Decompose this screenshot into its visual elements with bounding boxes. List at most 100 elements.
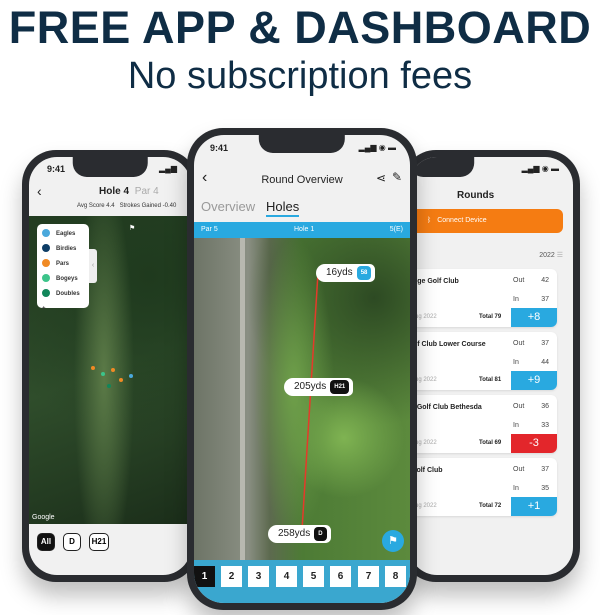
filter-d[interactable]: D xyxy=(63,533,81,551)
legend-collapse-handle[interactable]: ‹ xyxy=(89,249,97,283)
round-total: Total 79 xyxy=(479,314,502,320)
yardage-marker: 258yds D xyxy=(268,525,331,543)
signal-icon: ▂▄▆ ◉ ▬ xyxy=(358,143,396,152)
round-total: Total 81 xyxy=(479,377,502,383)
year-label: 2022 xyxy=(539,252,555,259)
out-score: 37 xyxy=(541,340,549,347)
filter-icon: ☰ xyxy=(556,252,563,259)
tab-holes[interactable]: Holes xyxy=(266,199,300,217)
flag-button[interactable]: ⚑ xyxy=(382,530,404,552)
hole-score: 5(E) xyxy=(389,226,403,233)
hole-button-3[interactable]: 3 xyxy=(248,566,269,587)
round-card[interactable]: Golf Club Out 37 In 35 Aug 2022 Total 72 +… xyxy=(409,458,557,516)
edit-icon[interactable]: ✎ xyxy=(392,170,402,184)
legend-label: Bogeys xyxy=(56,276,78,282)
in-score: 35 xyxy=(541,485,549,492)
score-to-par: +9 xyxy=(511,371,557,390)
filter-h21[interactable]: H21 xyxy=(89,533,109,551)
score-to-par: -3 xyxy=(511,434,557,453)
yardage-marker: 205yds H21 xyxy=(284,378,354,396)
course-name: s Golf Club Bethesda xyxy=(411,404,482,411)
out-score: 37 xyxy=(541,466,549,473)
rounds-title: Rounds xyxy=(457,190,495,201)
round-overview-screen: 9:41 ▂▄▆ ◉ ▬ ‹ Round Overview ⋖ ✎ Overvi… xyxy=(194,135,410,603)
hole-title: Hole 4 xyxy=(99,186,130,197)
tab-overview[interactable]: Overview xyxy=(201,199,255,214)
legend-label: Birdies xyxy=(56,246,77,252)
club-badge: H21 xyxy=(330,380,350,394)
course-name: idge Golf Club xyxy=(411,278,459,285)
in-label: In xyxy=(513,422,519,429)
hole-button-7[interactable]: 7 xyxy=(358,566,379,587)
out-score: 36 xyxy=(541,403,549,410)
club-badge: 58 xyxy=(356,266,372,280)
center-phone: 9:41 ▂▄▆ ◉ ▬ ‹ Round Overview ⋖ ✎ Overvi… xyxy=(187,128,417,610)
hole-map[interactable]: 16yds 58 205yds H21 258yds D ⚑ xyxy=(194,238,410,560)
map-credit: Google xyxy=(32,514,55,521)
right-phone: ▂▄▆ ◉ ▬ Rounds ᛒ Connect Device 2022 ☰ id… xyxy=(402,150,580,582)
rounds-screen: ▂▄▆ ◉ ▬ Rounds ᛒ Connect Device 2022 ☰ id… xyxy=(409,157,573,575)
hole-button-6[interactable]: 6 xyxy=(330,566,351,587)
out-label: Out xyxy=(513,277,525,284)
bluetooth-icon: ᛒ xyxy=(427,217,432,224)
hole-info-bar: Par 5 Hole 1 5(E) xyxy=(194,222,410,238)
hole-par: Par 5 xyxy=(201,226,218,233)
score-to-par: +1 xyxy=(511,497,557,516)
hole-stats-screen: 9:41 ▂▄▆ ‹ Hole 4 Par 4 Avg Score 4.4 St… xyxy=(29,157,191,575)
strokes-gained: Strokes Gained -0.40 xyxy=(119,203,177,209)
hole-button-4[interactable]: 4 xyxy=(276,566,297,587)
shot-path xyxy=(301,272,319,531)
round-card[interactable]: olf Club Lower Course Out 37 In 44 Aug 202… xyxy=(409,332,557,390)
round-total: Total 69 xyxy=(479,440,502,446)
round-total: Total 72 xyxy=(479,503,502,509)
hole-selector: 1 2 3 4 5 6 7 8 xyxy=(194,560,410,603)
headline: FREE APP & DASHBOARD xyxy=(8,2,592,53)
round-card[interactable]: idge Golf Club Out 42 In 37 Aug 2022 Total… xyxy=(409,269,557,327)
hole-button-5[interactable]: 5 xyxy=(303,566,324,587)
back-icon[interactable]: ‹ xyxy=(37,183,42,199)
in-score: 33 xyxy=(541,422,549,429)
distance-label: 205yds xyxy=(294,381,327,392)
course-name: olf Club Lower Course xyxy=(411,341,486,348)
legend-label: Pars xyxy=(56,261,70,267)
battery-icon: ▂▄▆ ◉ ▬ xyxy=(521,164,559,173)
status-time: 9:41 xyxy=(210,143,229,153)
hole-button-2[interactable]: 2 xyxy=(221,566,242,587)
legend-birdies-swatch xyxy=(42,244,50,253)
in-score: 44 xyxy=(541,359,549,366)
connect-device-label: Connect Device xyxy=(437,217,487,224)
hole-par: Par 4 xyxy=(134,186,159,197)
connect-device-button[interactable]: ᛒ Connect Device xyxy=(409,209,563,233)
hole-number: Hole 1 xyxy=(294,226,315,233)
filter-all[interactable]: All xyxy=(37,533,55,551)
out-score: 42 xyxy=(541,277,549,284)
avg-score: Avg Score 4.4 xyxy=(77,203,115,209)
year-filter[interactable]: 2022 ☰ xyxy=(539,251,563,259)
share-icon[interactable]: ⋖ xyxy=(376,171,386,185)
legend-eagles-swatch xyxy=(42,229,50,238)
left-phone: 9:41 ▂▄▆ ‹ Hole 4 Par 4 Avg Score 4.4 St… xyxy=(22,150,198,582)
legend-pars-swatch xyxy=(42,259,50,268)
in-score: 37 xyxy=(541,296,549,303)
club-badge: D xyxy=(314,527,327,541)
distance-label: 258yds xyxy=(278,528,311,539)
out-label: Out xyxy=(513,340,525,347)
hole-button-1[interactable]: 1 xyxy=(194,566,215,587)
flag-icon: ⚑ xyxy=(129,225,136,232)
legend: Eagles Birdies Pars Bogeys Doubles + xyxy=(37,224,89,312)
out-label: Out xyxy=(513,403,525,410)
round-card[interactable]: s Golf Club Bethesda Out 36 In 33 Aug 2022… xyxy=(409,395,557,453)
in-label: In xyxy=(513,485,519,492)
legend-label: Eagles xyxy=(56,231,76,237)
subheadline: No subscription fees xyxy=(127,55,473,97)
in-label: In xyxy=(513,296,519,303)
yardage-marker: 16yds 58 xyxy=(316,264,376,282)
hole-map[interactable]: Eagles Birdies Pars Bogeys Doubles + ‹ ⚑… xyxy=(29,216,191,524)
signal-icon: ▂▄▆ xyxy=(159,164,177,173)
hole-button-8[interactable]: 8 xyxy=(385,566,406,587)
out-label: Out xyxy=(513,466,525,473)
score-to-par: +8 xyxy=(511,308,557,327)
legend-doubles-swatch xyxy=(42,289,50,298)
status-time: 9:41 xyxy=(47,164,66,174)
legend-bogeys-swatch xyxy=(42,274,50,283)
